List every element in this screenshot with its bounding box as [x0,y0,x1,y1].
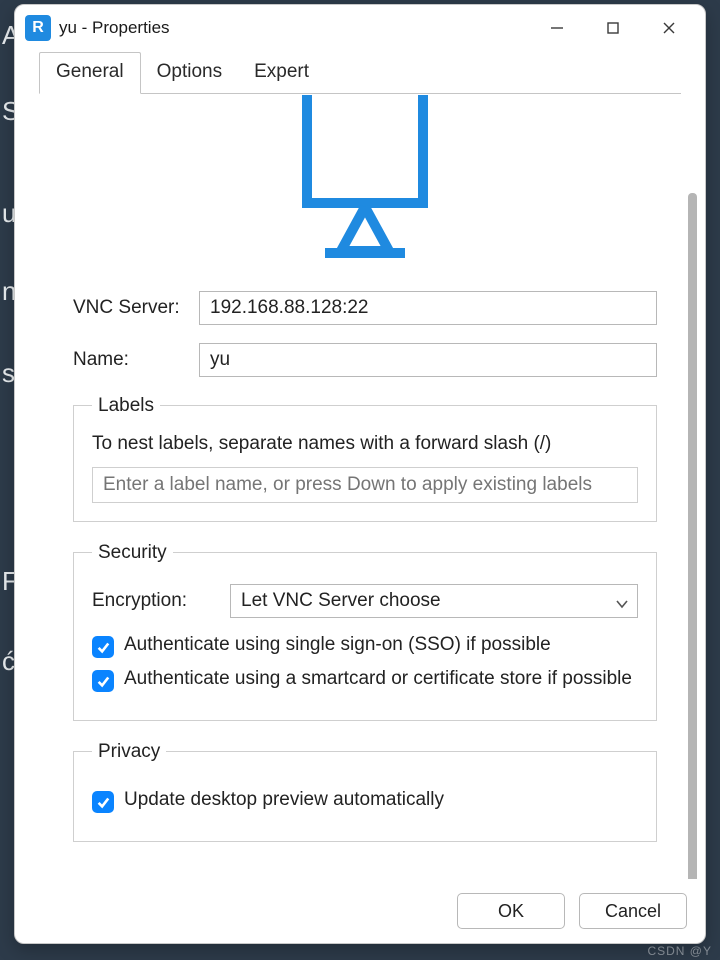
encryption-select[interactable]: Let VNC Server choose [230,584,638,618]
tab-expert[interactable]: Expert [238,53,325,93]
name-label: Name: [73,349,199,371]
chevron-down-icon [615,595,629,617]
monitor-icon [73,95,657,263]
scrollbar[interactable] [688,193,697,879]
window-title: yu - Properties [59,18,170,38]
cancel-button[interactable]: Cancel [579,893,687,929]
footer: OK Cancel [15,885,705,943]
security-group: Security Encryption: Let VNC Server choo… [73,542,657,721]
tabbar: General Options Expert [15,51,705,93]
app-icon: R [25,15,51,41]
ok-button[interactable]: OK [457,893,565,929]
privacy-group: Privacy Update desktop preview automatic… [73,741,657,842]
minimize-button[interactable] [529,8,585,48]
encryption-label: Encryption: [92,590,230,612]
maximize-button[interactable] [585,8,641,48]
properties-window: R yu - Properties General Options Expert [14,4,706,944]
privacy-legend: Privacy [92,741,166,763]
vnc-server-label: VNC Server: [73,297,199,319]
tab-options[interactable]: Options [141,53,238,93]
labels-group: Labels To nest labels, separate names wi… [73,395,657,522]
sso-label: Authenticate using single sign-on (SSO) … [124,634,551,656]
smartcard-label: Authenticate using a smartcard or certif… [124,668,632,690]
sso-checkbox[interactable] [92,636,114,658]
name-input[interactable] [199,343,657,377]
tab-general[interactable]: General [39,52,141,94]
smartcard-checkbox[interactable] [92,670,114,692]
update-preview-label: Update desktop preview automatically [124,789,444,811]
vnc-server-input[interactable] [199,291,657,325]
encryption-value: Let VNC Server choose [241,590,441,612]
update-preview-checkbox[interactable] [92,791,114,813]
labels-hint: To nest labels, separate names with a fo… [92,433,638,455]
watermark: CSDN @Y [647,944,712,958]
labels-input[interactable] [92,467,638,503]
labels-legend: Labels [92,395,160,417]
security-legend: Security [92,542,173,564]
close-button[interactable] [641,8,697,48]
titlebar: R yu - Properties [15,5,705,51]
